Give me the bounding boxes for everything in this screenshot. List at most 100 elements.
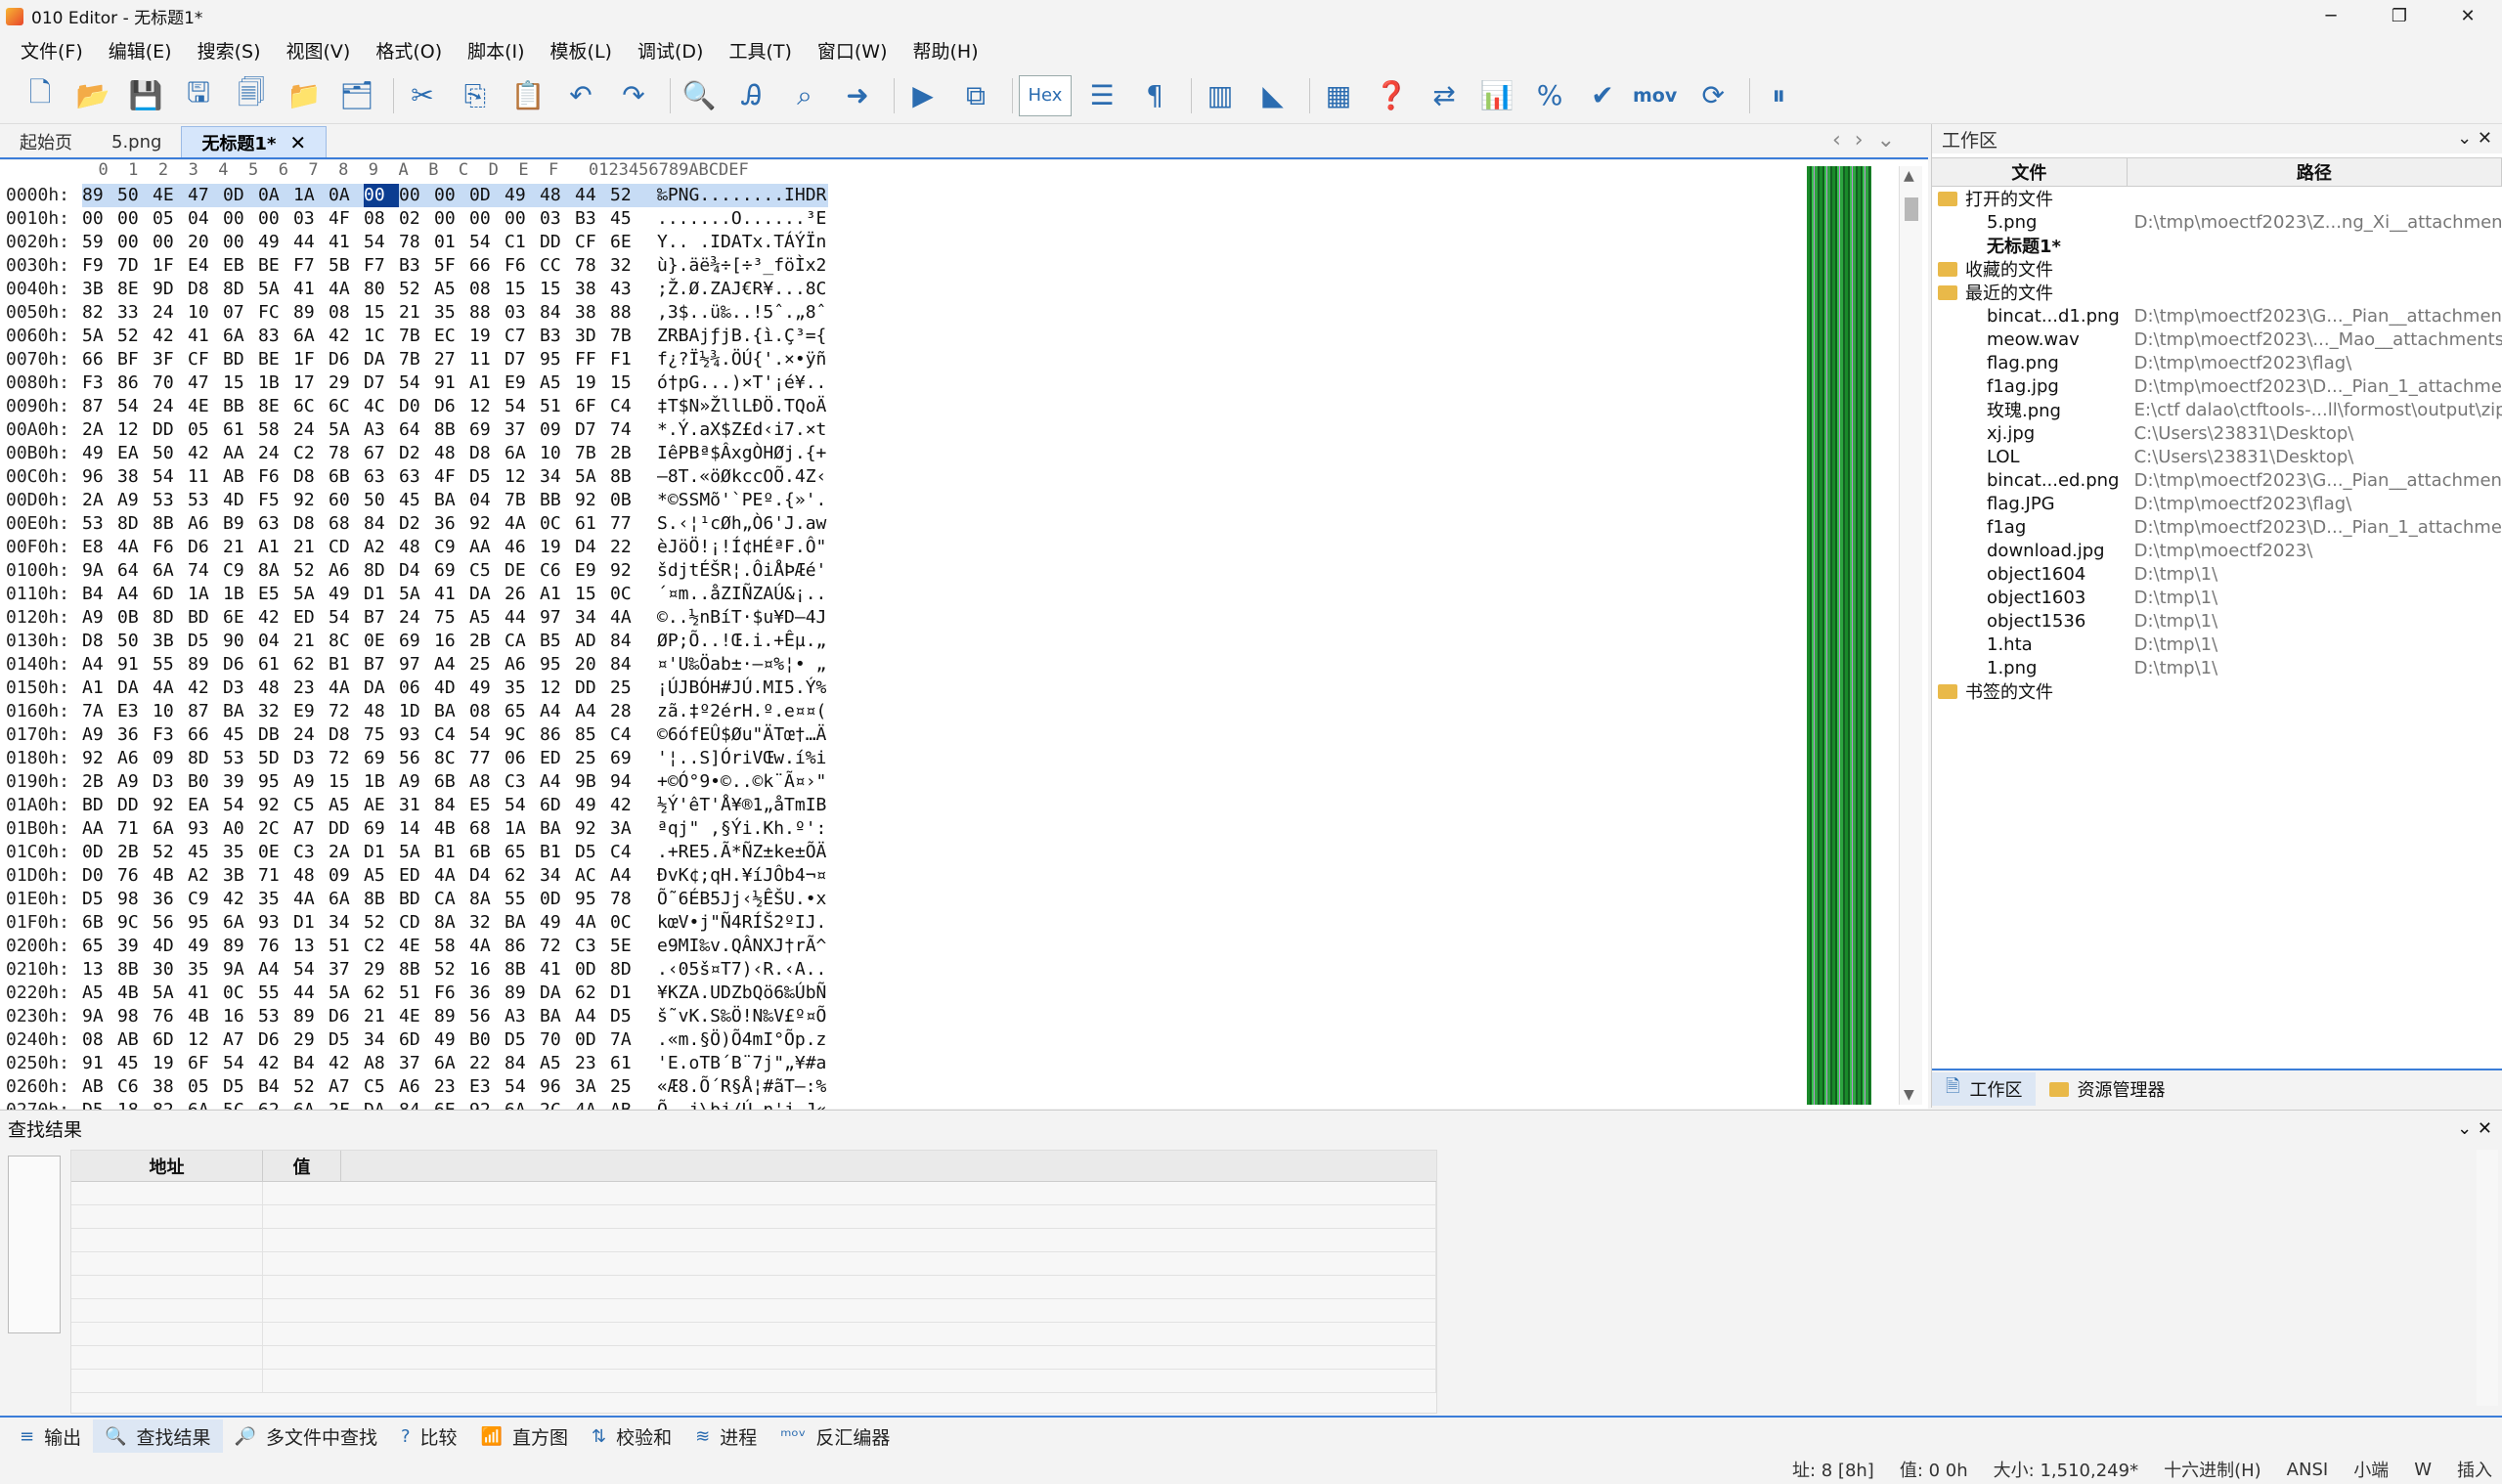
hex-byte[interactable]: A5	[540, 371, 575, 395]
hex-byte[interactable]: 8B	[505, 958, 540, 982]
hex-byte[interactable]: 2B	[469, 630, 505, 653]
hex-byte[interactable]: B9	[223, 512, 258, 536]
row-ascii[interactable]: ©6ófEÛ$Øu"ÄTœ†…Ä	[637, 723, 828, 747]
hex-byte[interactable]: 48	[364, 700, 399, 723]
hex-byte[interactable]: B1	[540, 841, 575, 864]
hex-byte[interactable]: EA	[188, 794, 223, 817]
hex-byte[interactable]: E9	[293, 700, 329, 723]
hex-byte[interactable]: 1C	[364, 325, 399, 348]
hex-byte[interactable]: 8A	[258, 559, 293, 583]
hex-byte[interactable]: 8B	[153, 512, 188, 536]
row-hex-bytes[interactable]: 87 54 24 4E BB 8E 6C 6C 4C D0 D6 12 54 51 6F C4	[78, 395, 637, 418]
hex-byte[interactable]: FC	[258, 301, 293, 325]
hex-byte[interactable]: 8D	[188, 747, 223, 770]
checksum-icon[interactable]: ✔	[1580, 73, 1625, 118]
hex-byte[interactable]: AA	[82, 817, 117, 841]
row-ascii[interactable]: èJöÖ!¡!Í¢HÉªF.Ô"	[637, 536, 828, 559]
hex-byte[interactable]: A4	[540, 770, 575, 794]
row-ascii[interactable]: ½Ý'êT'Å¥®1„åTmIB	[637, 794, 828, 817]
row-ascii[interactable]: ZRBAjƒjB.{ì.Ç³={	[637, 325, 828, 348]
menu-item[interactable]: 模板(L)	[538, 37, 625, 64]
minimize-button[interactable]: ─	[2297, 0, 2365, 32]
hex-byte[interactable]: 19	[540, 536, 575, 559]
hex-byte[interactable]: 56	[469, 1005, 505, 1028]
hex-byte[interactable]: 50	[117, 630, 153, 653]
hex-byte[interactable]: A4	[82, 653, 117, 677]
hex-byte[interactable]: 50	[117, 184, 153, 207]
hex-byte[interactable]: CD	[399, 911, 434, 935]
hex-byte[interactable]: CA	[434, 888, 469, 911]
hex-row[interactable]: 0080h: F3 86 70 47 15 1B 17 29 D7 54 91 A1 E9 A5 19 15 ó†…	[0, 371, 828, 395]
inspector-icon[interactable]: ❓	[1369, 73, 1414, 118]
hex-byte[interactable]: 8B	[117, 958, 153, 982]
find-result-row[interactable]	[71, 1323, 1436, 1346]
hex-row[interactable]: 00B0h: 49 EA 50 42 AA 24 C2 78 67 D2 48 D8 6A 10 7B 2B Iê…	[0, 442, 828, 465]
hex-row[interactable]: 0110h: B4 A4 6D 1A 1B E5 5A 49 D1 5A 41 DA 26 A1 15 0C ´¤…	[0, 583, 828, 606]
hex-byte[interactable]: 15	[223, 371, 258, 395]
workspace-file-item[interactable]: f1ag D:\tmp\moectf2023\D..._Pian_1_attach…	[1932, 515, 2502, 539]
scroll-thumb[interactable]	[1905, 197, 1918, 221]
row-hex-bytes[interactable]: A4 91 55 89 D6 61 62 B1 B7 97 A4 25 A6 95 20 84	[78, 653, 637, 677]
scroll-up-icon[interactable]: ▲	[1904, 168, 1914, 184]
hex-byte[interactable]: 34	[364, 1028, 399, 1052]
hex-byte[interactable]: 4A	[505, 512, 540, 536]
hex-byte[interactable]: 35	[505, 677, 540, 700]
hex-byte[interactable]: 93	[399, 723, 434, 747]
hex-row[interactable]: 01D0h: D0 76 4B A2 3B 71 48 09 A5 ED 4A D4 62 34 AC A4 Ðv…	[0, 864, 828, 888]
hex-byte[interactable]: A5	[82, 982, 117, 1005]
hex-byte[interactable]: AC	[575, 864, 610, 888]
close-icon[interactable]: ✕	[289, 131, 306, 154]
hex-byte[interactable]: D8	[293, 465, 329, 489]
hex-byte[interactable]: 23	[293, 677, 329, 700]
hex-byte[interactable]: 51	[399, 982, 434, 1005]
hex-byte[interactable]: D1	[364, 583, 399, 606]
hex-byte[interactable]: D3	[293, 747, 329, 770]
hex-byte[interactable]: 44	[505, 606, 540, 630]
hex-byte[interactable]: 78	[329, 442, 364, 465]
hex-byte[interactable]: A5	[540, 1052, 575, 1075]
hex-byte[interactable]: 0B	[117, 606, 153, 630]
row-ascii[interactable]: ù}.äë¾÷[÷³_föÌx2	[637, 254, 828, 278]
hex-byte[interactable]: 92	[469, 512, 505, 536]
hex-byte[interactable]: A9	[117, 770, 153, 794]
percent-icon[interactable]: %	[1527, 73, 1572, 118]
hex-byte[interactable]: 46	[505, 536, 540, 559]
hex-byte[interactable]: 08	[82, 1028, 117, 1052]
hex-byte[interactable]: BB	[223, 395, 258, 418]
hex-mode-button[interactable]: Hex	[1019, 74, 1072, 116]
hex-byte[interactable]: 92	[575, 489, 610, 512]
hex-byte[interactable]: 84	[364, 512, 399, 536]
pilcrow-icon[interactable]: ¶	[1132, 73, 1177, 118]
hex-byte[interactable]: 6D	[540, 794, 575, 817]
hex-byte[interactable]: 8C	[329, 630, 364, 653]
row-hex-bytes[interactable]: A9 0B 8D BD 6E 42 ED 54 B7 24 75 A5 44 97 34 4A	[78, 606, 637, 630]
hex-byte[interactable]: 66	[469, 254, 505, 278]
highlight-icon[interactable]: ◣	[1251, 73, 1295, 118]
cut-icon[interactable]: ✂	[400, 73, 445, 118]
hex-byte[interactable]: C5	[293, 794, 329, 817]
hex-byte[interactable]: 23	[575, 1052, 610, 1075]
hex-byte[interactable]: A9	[293, 770, 329, 794]
tab-start-page[interactable]: 起始页	[0, 126, 92, 157]
row-ascii[interactable]: š˜vK.S‰Ö!N‰V£º¤Õ	[637, 1005, 828, 1028]
hex-byte[interactable]: A3	[505, 1005, 540, 1028]
row-ascii[interactable]: e9MI‰v.QÂNXJ†rÃ^	[637, 935, 828, 958]
hex-byte[interactable]: D5	[575, 841, 610, 864]
hex-byte[interactable]: 49	[434, 1028, 469, 1052]
hex-byte[interactable]: A4	[575, 700, 610, 723]
hex-byte[interactable]: D7	[364, 371, 399, 395]
undo-icon[interactable]: ↶	[558, 73, 603, 118]
hex-byte[interactable]: 64	[117, 559, 153, 583]
hex-byte[interactable]: 5A	[329, 418, 364, 442]
hex-byte[interactable]: 0E	[364, 630, 399, 653]
hex-byte[interactable]: 04	[258, 630, 293, 653]
hex-byte[interactable]: 51	[540, 395, 575, 418]
hex-byte[interactable]: 48	[258, 677, 293, 700]
menu-item[interactable]: 工具(T)	[716, 37, 804, 64]
hex-byte[interactable]: 33	[117, 301, 153, 325]
tab-checksum[interactable]: ⇅ 校验和	[580, 1419, 683, 1453]
hex-byte[interactable]: 4A	[329, 278, 364, 301]
row-ascii[interactable]: ‚3$..ü‰..!5ˆ.„8ˆ	[637, 301, 828, 325]
hex-byte[interactable]: 09	[329, 864, 364, 888]
workspace-file-item[interactable]: f1ag.jpg D:\tmp\moectf2023\D..._Pian_1_at…	[1932, 374, 2502, 398]
